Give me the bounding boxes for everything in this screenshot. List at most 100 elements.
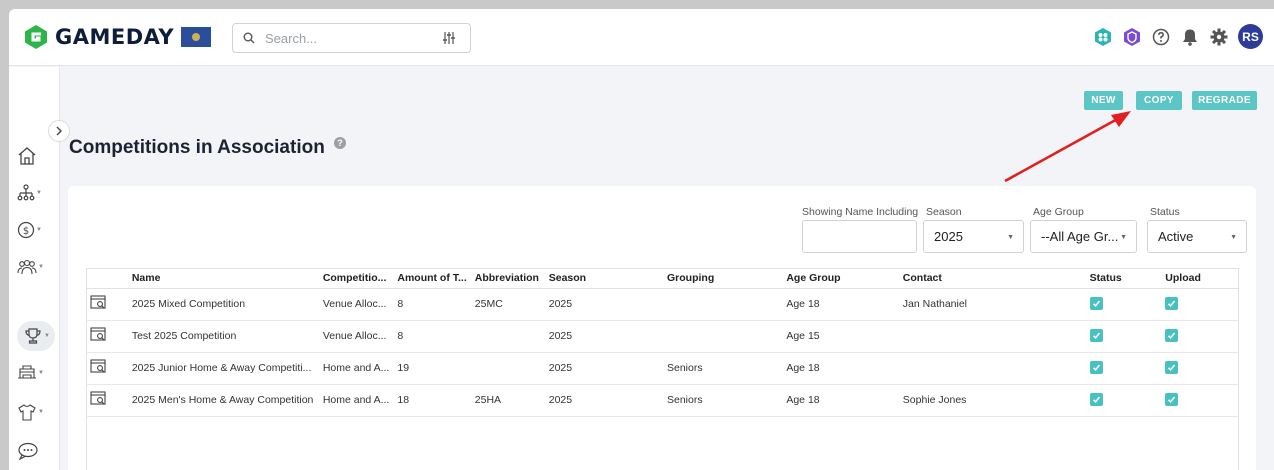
table-row[interactable]: 2025 Junior Home & Away Competiti... Home… bbox=[86, 352, 1239, 385]
sidebar-expand-toggle[interactable] bbox=[48, 120, 70, 142]
col-header-upload[interactable]: Upload bbox=[1161, 268, 1239, 289]
cell-grouping bbox=[663, 320, 783, 353]
view-cell[interactable] bbox=[86, 320, 128, 353]
col-header-season[interactable]: Season bbox=[544, 268, 663, 289]
page-title: Competitions in Association bbox=[69, 137, 325, 158]
competitions-card: Showing Name Including Season 2025 ▼ Age… bbox=[68, 186, 1256, 470]
sidebar-item-teams[interactable]: ▼ bbox=[17, 397, 53, 427]
cell-contact: Jan Nathaniel bbox=[898, 288, 1086, 321]
search-field[interactable]: Search... bbox=[232, 23, 471, 53]
cell-season: 2025 bbox=[544, 384, 663, 417]
chevron-down-icon: ▼ bbox=[38, 409, 44, 415]
cell-status bbox=[1085, 352, 1162, 385]
col-header-view bbox=[86, 268, 128, 289]
filter-sliders-icon[interactable] bbox=[442, 31, 456, 45]
apps-hex-icon[interactable] bbox=[1093, 27, 1113, 47]
cell-status bbox=[1085, 384, 1162, 417]
col-header-contact[interactable]: Contact bbox=[898, 268, 1086, 289]
gameday-logo[interactable]: GAMEDAY bbox=[22, 23, 174, 51]
status-checkbox[interactable] bbox=[1089, 393, 1103, 406]
bell-icon[interactable] bbox=[1180, 27, 1200, 47]
cell-upload bbox=[1161, 384, 1239, 417]
name-filter-input[interactable] bbox=[802, 220, 917, 253]
view-cell[interactable] bbox=[86, 288, 128, 321]
status-filter-label: Status bbox=[1150, 206, 1180, 218]
regrade-button[interactable]: REGRADE bbox=[1192, 91, 1257, 110]
cell-name: 2025 Mixed Competition bbox=[127, 288, 319, 321]
stadium-icon bbox=[18, 365, 36, 379]
cell-competition-type: Home and A... bbox=[318, 352, 394, 385]
status-checkbox[interactable] bbox=[1089, 297, 1103, 310]
help-tooltip-icon[interactable]: ? bbox=[334, 137, 346, 149]
people-icon bbox=[17, 259, 37, 275]
gear-icon[interactable] bbox=[1209, 27, 1229, 47]
cell-abbreviation: 25HA bbox=[470, 384, 545, 417]
chevron-down-icon: ▼ bbox=[38, 370, 44, 376]
table-header-row: Name Competitio... Amount of T... Abbrev… bbox=[86, 268, 1239, 289]
view-cell[interactable] bbox=[86, 384, 128, 417]
col-header-name[interactable]: Name bbox=[127, 268, 319, 289]
association-flag-icon[interactable] bbox=[181, 27, 211, 47]
status-select-value: Active bbox=[1158, 229, 1194, 244]
col-header-status[interactable]: Status bbox=[1085, 268, 1162, 289]
cell-upload bbox=[1161, 288, 1239, 321]
col-header-competition-type[interactable]: Competitio... bbox=[318, 268, 394, 289]
sidebar-item-messages[interactable] bbox=[17, 436, 53, 466]
status-checkbox[interactable] bbox=[1089, 329, 1103, 342]
search-placeholder: Search... bbox=[265, 31, 318, 46]
upload-checkbox[interactable] bbox=[1165, 393, 1179, 406]
dropdown-caret-icon: ▼ bbox=[1120, 234, 1127, 241]
view-record-icon[interactable] bbox=[90, 359, 107, 377]
app-window: GAMEDAY Search... RS ▼ $ ▼ ▼ ▼ ▼ ▼ NEW C… bbox=[9, 9, 1274, 470]
col-header-age-group[interactable]: Age Group bbox=[782, 268, 899, 289]
col-header-amount-of-teams[interactable]: Amount of T... bbox=[393, 268, 471, 289]
dollar-circle-icon: $ bbox=[17, 221, 35, 239]
sidebar-item-home[interactable] bbox=[17, 141, 53, 171]
sidebar-item-finance[interactable]: $ ▼ bbox=[17, 215, 53, 245]
age-group-select[interactable]: --All Age Gr... ▼ bbox=[1030, 220, 1137, 253]
cell-contact bbox=[898, 320, 1086, 353]
upload-checkbox[interactable] bbox=[1165, 329, 1179, 342]
cell-contact bbox=[898, 352, 1086, 385]
upload-checkbox[interactable] bbox=[1165, 361, 1179, 374]
view-record-icon[interactable] bbox=[90, 327, 107, 345]
season-select[interactable]: 2025 ▼ bbox=[923, 220, 1024, 253]
sidebar-item-competitions[interactable]: ▼ bbox=[17, 321, 55, 351]
status-select[interactable]: Active ▼ bbox=[1147, 220, 1247, 253]
sidebar-item-members[interactable]: ▼ bbox=[17, 252, 53, 282]
sidebar-item-structure[interactable]: ▼ bbox=[17, 178, 53, 208]
cell-competition-type: Venue Alloc... bbox=[318, 288, 394, 321]
cell-status bbox=[1085, 288, 1162, 321]
col-header-grouping[interactable]: Grouping bbox=[663, 268, 783, 289]
table-row[interactable]: Test 2025 Competition Venue Alloc... 8 2025… bbox=[86, 320, 1239, 353]
brand-name: GAMEDAY bbox=[55, 25, 175, 49]
sidebar-item-venues[interactable]: ▼ bbox=[17, 358, 53, 388]
col-header-abbreviation[interactable]: Abbreviation bbox=[470, 268, 545, 289]
age-group-filter-label: Age Group bbox=[1033, 206, 1084, 218]
cell-amount-of-teams: 19 bbox=[393, 352, 471, 385]
table-row[interactable]: 2025 Mixed Competition Venue Alloc... 8 25M… bbox=[86, 288, 1239, 321]
annotation-arrow bbox=[1004, 111, 1131, 183]
copy-button[interactable]: COPY bbox=[1136, 91, 1182, 110]
cell-age-group: Age 18 bbox=[782, 352, 899, 385]
cell-season: 2025 bbox=[544, 288, 663, 321]
chevron-down-icon: ▼ bbox=[44, 333, 50, 339]
cell-season: 2025 bbox=[544, 352, 663, 385]
user-avatar[interactable]: RS bbox=[1238, 24, 1263, 49]
cell-abbreviation bbox=[470, 320, 545, 353]
cell-grouping bbox=[663, 288, 783, 321]
view-record-icon[interactable] bbox=[90, 295, 107, 313]
cell-season: 2025 bbox=[544, 320, 663, 353]
table-row[interactable]: 2025 Men's Home & Away Competition Home a… bbox=[86, 384, 1239, 417]
top-bar: GAMEDAY Search... RS bbox=[9, 9, 1274, 66]
cell-contact: Sophie Jones bbox=[898, 384, 1086, 417]
season-filter-label: Season bbox=[926, 206, 962, 218]
view-record-icon[interactable] bbox=[90, 391, 107, 409]
view-cell[interactable] bbox=[86, 352, 128, 385]
dropdown-caret-icon: ▼ bbox=[1007, 234, 1014, 241]
help-icon[interactable] bbox=[1151, 27, 1171, 47]
upload-checkbox[interactable] bbox=[1165, 297, 1179, 310]
status-checkbox[interactable] bbox=[1089, 361, 1103, 374]
shield-hex-icon[interactable] bbox=[1122, 27, 1142, 47]
cell-upload bbox=[1161, 320, 1239, 353]
